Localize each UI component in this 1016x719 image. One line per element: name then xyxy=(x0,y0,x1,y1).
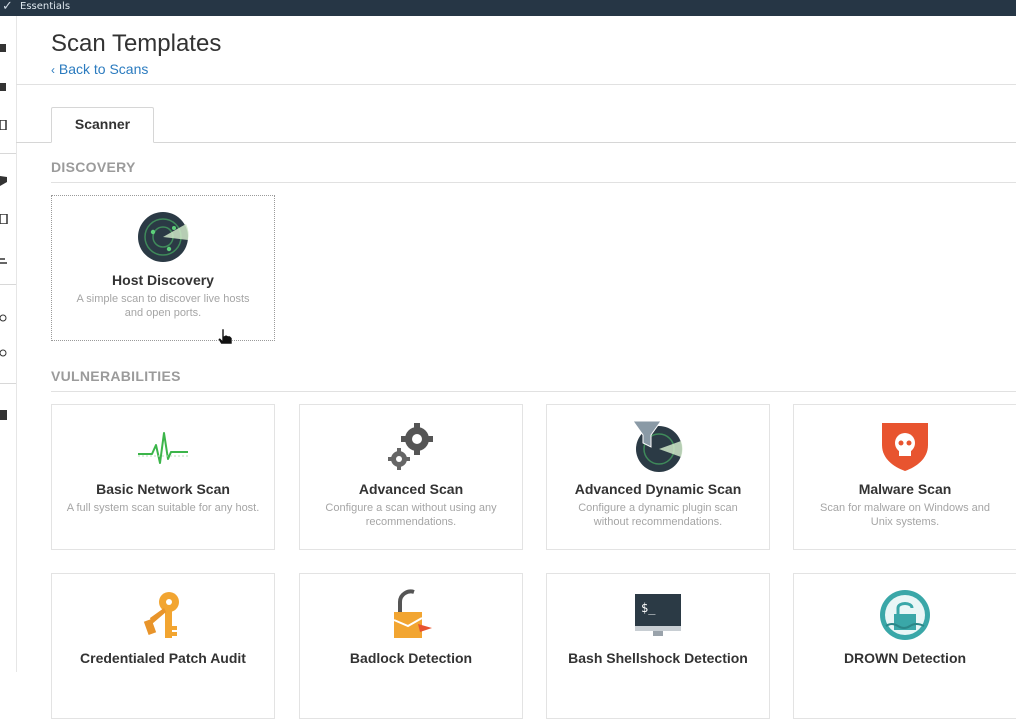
card-title: DROWN Detection xyxy=(843,650,967,666)
card-title: Malware Scan xyxy=(858,481,952,497)
trash-icon[interactable] xyxy=(0,120,10,130)
section-divider xyxy=(51,391,1016,392)
card-title: Bash Shellshock Detection xyxy=(568,650,748,666)
template-card-badlock-detection[interactable]: Badlock Detection xyxy=(299,573,523,719)
sidebar-divider xyxy=(0,383,16,384)
hand-pointer-cursor-icon xyxy=(217,328,233,345)
card-description: Scan for malware on Windows and Unix sys… xyxy=(820,502,990,528)
tab-scanner[interactable]: Scanner xyxy=(51,107,154,143)
terminal-icon: $_ xyxy=(635,594,681,636)
template-card-drown-detection[interactable]: DROWN Detection xyxy=(793,573,1016,719)
plugin-rules-icon[interactable] xyxy=(0,254,10,264)
section-heading-vulnerabilities: VULNERABILITIES xyxy=(51,368,181,384)
card-description: A full system scan suitable for any host… xyxy=(66,502,260,514)
pulse-icon xyxy=(138,432,188,464)
tab-baseline xyxy=(16,142,51,143)
drowning-lock-icon xyxy=(880,590,930,640)
chevron-left-icon: ‹ xyxy=(51,63,55,77)
card-title: Host Discovery xyxy=(112,272,214,288)
template-card-host-discovery[interactable]: Host Discovery A simple scan to discover… xyxy=(51,195,275,341)
tab-baseline xyxy=(154,142,1016,143)
card-description: A simple scan to discover live hosts and… xyxy=(76,293,250,319)
template-card-advanced-dynamic-scan[interactable]: Advanced Dynamic Scan Configure a dynami… xyxy=(546,404,770,550)
template-card-credentialed-patch-audit[interactable]: Credentialed Patch Audit xyxy=(51,573,275,719)
card-title: Basic Network Scan xyxy=(96,481,230,497)
filter-radar-icon xyxy=(632,420,683,472)
folder-icon[interactable] xyxy=(0,43,10,53)
lightbulb-icon[interactable] xyxy=(0,349,10,359)
card-description: Configure a dynamic plugin scan without … xyxy=(578,502,738,528)
gears-icon xyxy=(388,423,433,470)
skull-shield-icon xyxy=(882,423,928,471)
page-title: Scan Templates xyxy=(51,30,222,57)
svg-text:$_: $_ xyxy=(641,601,656,615)
clipboard-icon[interactable] xyxy=(0,410,10,420)
section-divider xyxy=(51,182,1016,183)
brand-label: Essentials xyxy=(20,1,71,12)
policy-icon[interactable] xyxy=(0,214,10,224)
card-title: Badlock Detection xyxy=(349,650,473,666)
left-sidebar xyxy=(0,16,17,672)
template-card-bash-shellshock-detection[interactable]: $_ Bash Shellshock Detection xyxy=(546,573,770,719)
top-bar: ✓ Essentials xyxy=(0,0,1016,16)
header-divider xyxy=(16,84,1016,85)
broken-lock-icon xyxy=(393,589,432,638)
sidebar-divider xyxy=(0,153,16,154)
logo-check-icon: ✓ xyxy=(2,0,13,13)
card-description: Configure a scan without using any recom… xyxy=(325,502,497,528)
template-card-advanced-scan[interactable]: Advanced Scan Configure a scan without u… xyxy=(299,404,523,550)
users-icon[interactable] xyxy=(0,314,10,324)
back-to-scans-link[interactable]: ‹ Back to Scans xyxy=(51,61,148,77)
template-card-malware-scan[interactable]: Malware Scan Scan for malware on Windows… xyxy=(793,404,1016,550)
card-title: Credentialed Patch Audit xyxy=(80,650,246,666)
sidebar-divider xyxy=(0,284,16,285)
card-title: Advanced Scan xyxy=(358,481,464,497)
section-heading-discovery: DISCOVERY xyxy=(51,159,136,175)
keys-icon xyxy=(143,592,179,638)
back-link-label: Back to Scans xyxy=(58,61,149,77)
shield-icon[interactable] xyxy=(0,176,10,186)
folder-icon[interactable] xyxy=(0,82,10,92)
template-card-basic-network-scan[interactable]: Basic Network Scan A full system scan su… xyxy=(51,404,275,550)
card-title: Advanced Dynamic Scan xyxy=(574,481,742,497)
radar-icon xyxy=(138,212,189,262)
